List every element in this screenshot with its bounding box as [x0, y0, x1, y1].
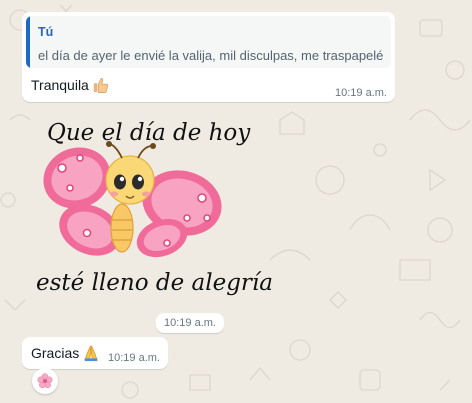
sticker-text-top: Que el día de hoy [47, 120, 251, 146]
quoted-author: Tú [38, 25, 54, 39]
quoted-text: el día de ayer le envié la valija, mil d… [38, 48, 384, 63]
cherry-blossom-icon[interactable] [32, 368, 58, 394]
message-text: Tranquila [31, 77, 89, 93]
quote-accent-bar [26, 16, 30, 68]
message-bubble-reply[interactable]: Tú el día de ayer le envié la valija, mi… [22, 12, 395, 102]
folded-hands-icon [82, 344, 100, 362]
quoted-message[interactable]: Tú el día de ayer le envié la valija, mi… [26, 16, 391, 68]
message-text-row: Tranquila [31, 76, 110, 94]
message-text: Gracias [31, 345, 80, 361]
thumbs-up-icon [92, 76, 110, 94]
message-bubble[interactable]: Gracias 10:19 a.m. [22, 337, 168, 369]
sticker-text-bottom: esté lleno de alegría [36, 270, 273, 296]
message-text-row: Gracias [31, 344, 100, 362]
butterfly-sticker[interactable]: Que el día de hoy esté lleno de alegría [22, 108, 273, 308]
sticker-time: 10:19 a.m. [156, 313, 224, 333]
message-time: 10:19 a.m. [108, 352, 160, 364]
message-time: 10:19 a.m. [335, 87, 387, 99]
